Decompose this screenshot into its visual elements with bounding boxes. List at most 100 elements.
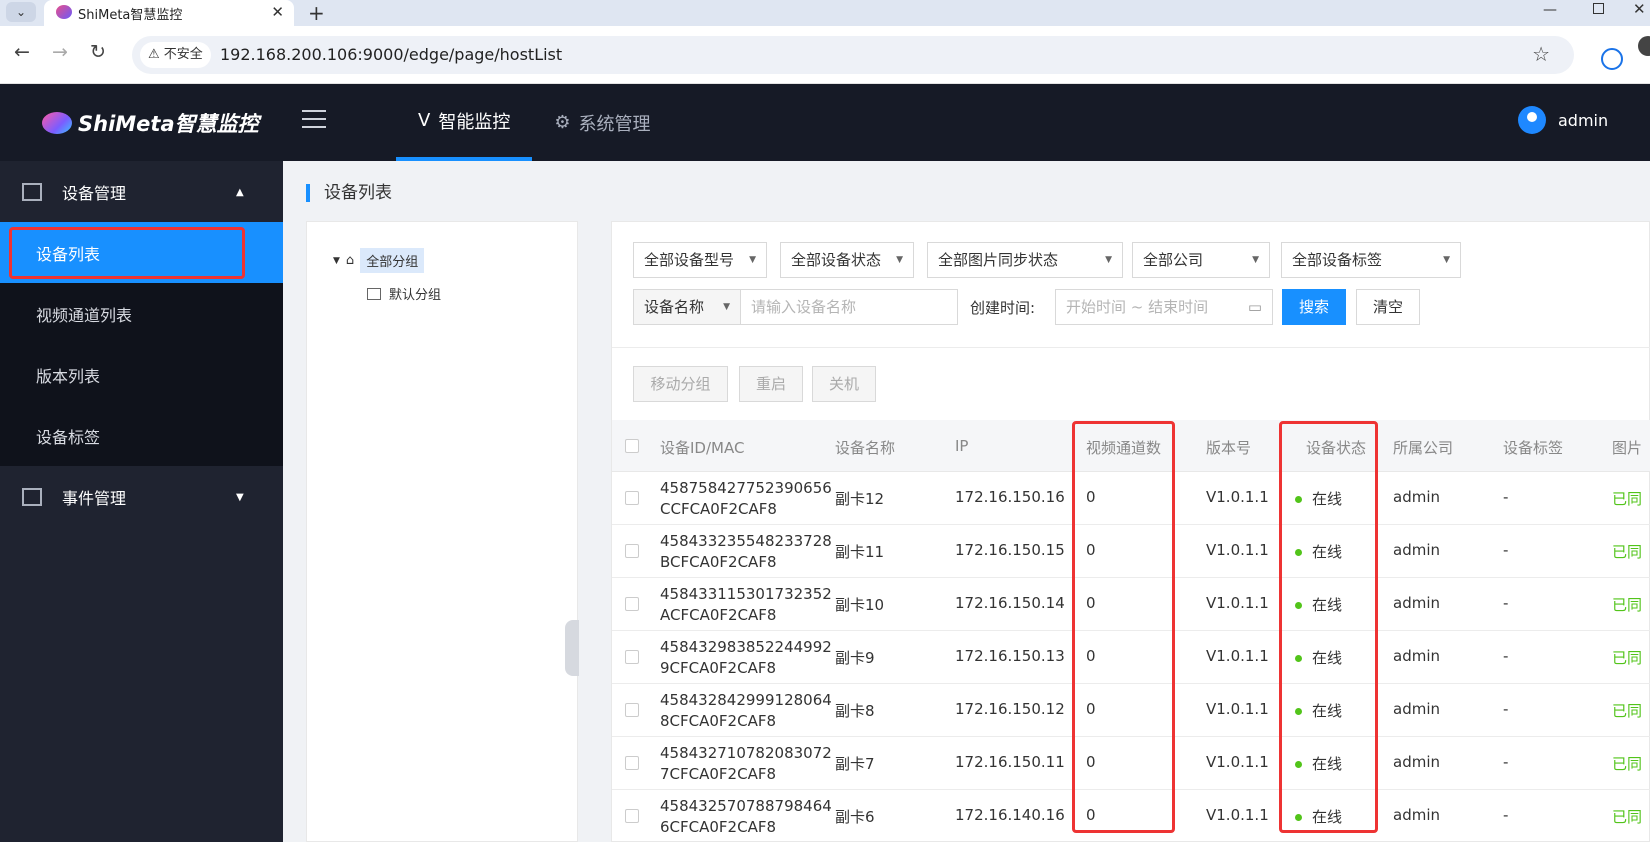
col-ip[interactable]: IP [955, 437, 968, 455]
version: V1.0.1.1 [1206, 647, 1269, 665]
select-all-checkbox[interactable] [625, 439, 639, 453]
restart-button[interactable]: 重启 [739, 366, 803, 402]
sidebar-group-events[interactable]: 事件管理 ▼ [0, 466, 283, 527]
device-tag: - [1503, 647, 1509, 665]
row-checkbox[interactable] [625, 809, 639, 823]
window-close-icon[interactable]: ✕ [1633, 0, 1646, 18]
tag-select[interactable]: 全部设备标签 ▼ [1281, 242, 1461, 278]
col-company[interactable]: 所属公司 [1393, 437, 1453, 458]
tree-node-default[interactable]: 默认分组 [367, 284, 441, 303]
device-ip: 172.16.150.15 [955, 541, 1065, 559]
forward-icon[interactable]: → [52, 41, 68, 63]
sidebar-item-channel-list[interactable]: 视频通道列表 [0, 283, 283, 344]
menu-collapse-icon[interactable] [302, 110, 326, 132]
sync-status: 已同 [1612, 755, 1643, 773]
col-image[interactable]: 图片 [1612, 437, 1642, 458]
col-tag[interactable]: 设备标签 [1503, 437, 1563, 458]
nav-smart-monitor[interactable]: ᐯ 智能监控 [396, 84, 533, 161]
device-id-cell: 458433235548233728 BCFCA0F2CAF8 [660, 531, 832, 573]
search-button[interactable]: 搜索 [1282, 289, 1346, 325]
device-ip: 172.16.150.12 [955, 700, 1065, 718]
sync-select[interactable]: 全部图片同步状态 ▼ [927, 242, 1123, 278]
sync-status: 已同 [1612, 702, 1643, 720]
device-tag: - [1503, 488, 1509, 506]
shutdown-button[interactable]: 关机 [812, 366, 876, 402]
profile-icon[interactable] [1601, 48, 1623, 70]
row-checkbox[interactable] [625, 703, 639, 717]
tree-node-label: 默认分组 [389, 288, 442, 303]
version: V1.0.1.1 [1206, 753, 1269, 771]
device-mac: ACFCA0F2CAF8 [660, 606, 777, 624]
sidebar-item-label: 视频通道列表 [36, 305, 133, 325]
device-id-cell: 458433115301732352 ACFCA0F2CAF8 [660, 584, 832, 626]
device-id-cell: 458432983852244992 9CFCA0F2CAF8 [660, 637, 832, 679]
date-range-input[interactable]: 开始时间 ~ 结束时间 ▭ [1055, 289, 1273, 325]
device-name: 副卡6 [835, 808, 875, 826]
device-tag: - [1503, 541, 1509, 559]
gear-icon: ⚙ [554, 112, 571, 133]
row-checkbox[interactable] [625, 597, 639, 611]
new-tab-button[interactable]: + [308, 1, 325, 25]
sidebar-item-device-list[interactable]: 设备列表 [0, 222, 283, 283]
device-id-cell: 458432842999128064 8CFCA0F2CAF8 [660, 690, 832, 732]
nav-system-admin[interactable]: ⚙ 系统管理 [532, 84, 672, 161]
device-mac: 6CFCA0F2CAF8 [660, 818, 777, 836]
chevron-down-icon: ▼ [896, 255, 903, 265]
nav-label: 智能监控 [438, 111, 511, 133]
row-checkbox[interactable] [625, 544, 639, 558]
device-mac: 9CFCA0F2CAF8 [660, 659, 777, 677]
device-name: 副卡12 [835, 490, 885, 508]
not-secure-badge[interactable]: ⚠ 不安全 [140, 42, 211, 68]
caret-down-icon[interactable]: ▼ [333, 256, 340, 266]
home-icon: ⌂ [345, 253, 355, 268]
col-version[interactable]: 版本号 [1206, 437, 1251, 458]
sidebar-item-label: 设备标签 [36, 427, 101, 447]
row-checkbox[interactable] [625, 756, 639, 770]
logo-text: ShiMeta智慧监控 [78, 112, 259, 136]
sidebar-group-device[interactable]: 设备管理 ▲ [0, 161, 283, 222]
row-checkbox[interactable] [625, 491, 639, 505]
monitor-icon: ᐯ [418, 110, 431, 131]
version: V1.0.1.1 [1206, 806, 1269, 824]
sync-status: 已同 [1612, 808, 1643, 826]
device-icon [22, 182, 42, 201]
maximize-icon[interactable] [1593, 3, 1604, 14]
clear-button[interactable]: 清空 [1356, 289, 1420, 325]
row-checkbox[interactable] [625, 650, 639, 664]
bookmark-star-icon[interactable]: ☆ [1532, 42, 1550, 66]
calendar-icon: ▭ [1247, 298, 1262, 316]
col-name[interactable]: 设备名称 [835, 437, 895, 458]
status-select[interactable]: 全部设备状态 ▼ [780, 242, 914, 278]
sidebar-item-device-tags[interactable]: 设备标签 [0, 405, 283, 466]
device-name-input[interactable]: 请输入设备名称 [740, 289, 958, 325]
col-id-mac[interactable]: 设备ID/MAC [660, 437, 744, 458]
model-select[interactable]: 全部设备型号 ▼ [633, 242, 767, 278]
tab-menu-button[interactable]: ⌄ [6, 2, 36, 22]
company-select[interactable]: 全部公司 ▼ [1132, 242, 1270, 278]
screenshot-icon[interactable] [1638, 36, 1650, 56]
monitor-icon [367, 287, 381, 300]
move-group-button[interactable]: 移动分组 [633, 366, 728, 402]
device-id-cell: 458758427752390656 CCFCA0F2CAF8 [660, 478, 832, 520]
back-icon[interactable]: ← [14, 41, 30, 63]
chevron-down-icon: ▼ [1443, 255, 1450, 265]
tree-node-all[interactable]: ▼ ⌂ 全部分组 [333, 248, 425, 273]
device-id: 458432710782083072 [660, 744, 832, 762]
sync-status: 已同 [1612, 490, 1643, 508]
close-icon[interactable]: ✕ [271, 3, 284, 21]
user-menu[interactable]: admin [1518, 106, 1608, 134]
sync-status: 已同 [1612, 543, 1643, 561]
panel-toggle-handle[interactable] [565, 620, 579, 676]
sync-status: 已同 [1612, 649, 1643, 667]
browser-tab[interactable]: ShiMeta智慧监控 ✕ [44, 0, 294, 26]
url-field[interactable]: ⚠ 不安全 192.168.200.106:9000/edge/page/hos… [132, 36, 1574, 74]
field-select[interactable]: 设备名称 ▼ [633, 289, 741, 325]
sidebar: 设备管理 ▲ 设备列表 视频通道列表 版本列表 设备标签 事件管理 ▼ [0, 161, 283, 842]
sidebar-item-version-list[interactable]: 版本列表 [0, 344, 283, 405]
company: admin [1393, 594, 1440, 612]
user-name: admin [1558, 110, 1609, 130]
device-id: 458758427752390656 [660, 479, 832, 497]
sidebar-group-label: 设备管理 [62, 183, 127, 203]
minimize-icon[interactable]: — [1543, 2, 1557, 18]
reload-icon[interactable]: ↻ [90, 41, 106, 63]
